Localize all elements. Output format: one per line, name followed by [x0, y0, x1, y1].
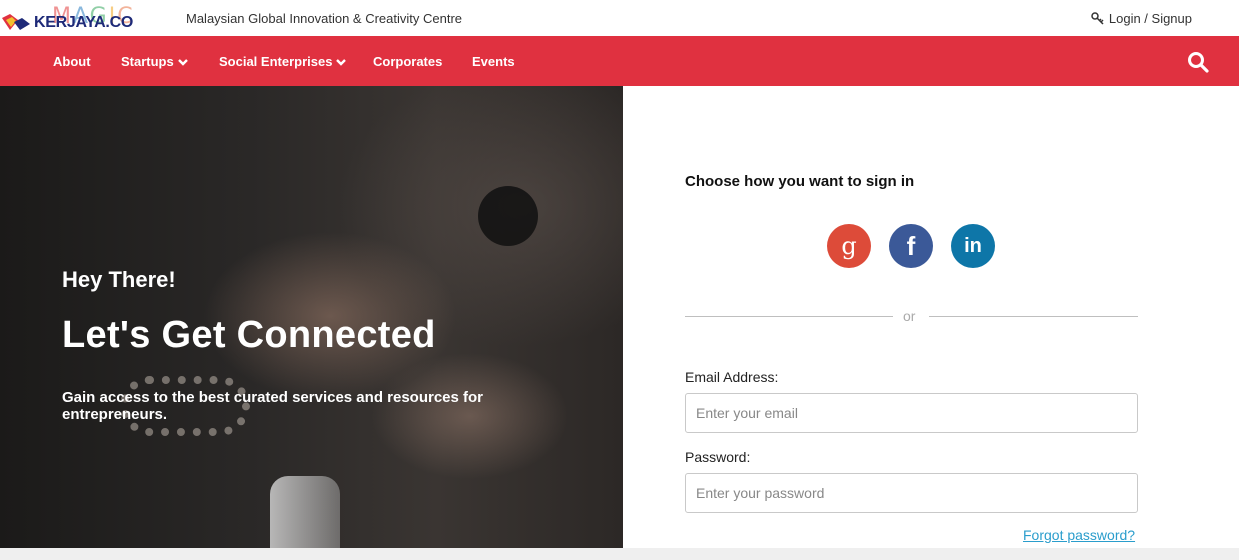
nav-item-events[interactable]: Events — [472, 54, 515, 69]
nav-item-social-enterprises[interactable]: Social Enterprises — [219, 54, 347, 69]
nav-item-label: Corporates — [373, 54, 443, 69]
org-name: Malaysian Global Innovation & Creativity… — [186, 11, 463, 26]
divider-line-left — [685, 316, 893, 317]
site-logo[interactable]: MAGIC KERJAYA.CO — [0, 4, 175, 32]
nav-item-label: Events — [472, 54, 515, 69]
divider-or-text: or — [903, 308, 916, 324]
login-signup-label: Login / Signup — [1108, 11, 1192, 26]
signin-heading: Choose how you want to sign in — [685, 173, 915, 190]
google-signin-button[interactable]: g — [827, 224, 871, 268]
password-label: Password: — [685, 449, 751, 465]
search-icon[interactable] — [1187, 51, 1209, 73]
google-icon: g — [841, 232, 857, 260]
login-signup-link[interactable]: Login / Signup — [1091, 11, 1192, 26]
email-label: Email Address: — [685, 369, 779, 385]
nav-item-startups[interactable]: Startups — [121, 54, 189, 69]
chevron-down-icon — [177, 58, 188, 66]
hero-description: Gain access to the best curated services… — [62, 389, 484, 423]
linkedin-signin-button[interactable]: in — [951, 224, 995, 268]
nav-item-about[interactable]: About — [53, 54, 91, 69]
email-field[interactable] — [685, 393, 1138, 433]
forgot-password-link[interactable]: Forgot password? — [1023, 527, 1135, 543]
nav-item-label: Startups — [121, 54, 174, 69]
linkedin-icon: in — [964, 234, 982, 257]
signin-panel: Choose how you want to sign in g f in or… — [623, 86, 1239, 548]
hero-photo-watch — [478, 186, 538, 246]
nav-item-corporates[interactable]: Corporates — [373, 54, 442, 69]
hero-title: Let's Get Connected — [62, 314, 436, 356]
page-bottom-strip — [0, 548, 1239, 560]
nav-item-label: Social Enterprises — [219, 54, 333, 69]
key-icon — [1091, 11, 1104, 25]
nav-item-label: About — [53, 54, 91, 69]
logo-mark-icon — [2, 14, 30, 30]
kerjaya-logo-text: KERJAYA.CO — [34, 14, 133, 31]
password-field[interactable] — [685, 473, 1138, 513]
hero-greeting: Hey There! — [62, 267, 176, 292]
hero-banner: Hey There! Let's Get Connected Gain acce… — [0, 86, 623, 548]
facebook-signin-button[interactable]: f — [889, 224, 933, 268]
facebook-icon: f — [906, 230, 916, 261]
hero-photo-bottle — [270, 476, 340, 548]
chevron-down-icon — [336, 58, 347, 66]
main-nav: About Startups Social Enterprises Corpor… — [0, 36, 1239, 86]
top-bar: MAGIC KERJAYA.CO Malaysian Global Innova… — [0, 0, 1239, 36]
divider-line-right — [929, 316, 1138, 317]
